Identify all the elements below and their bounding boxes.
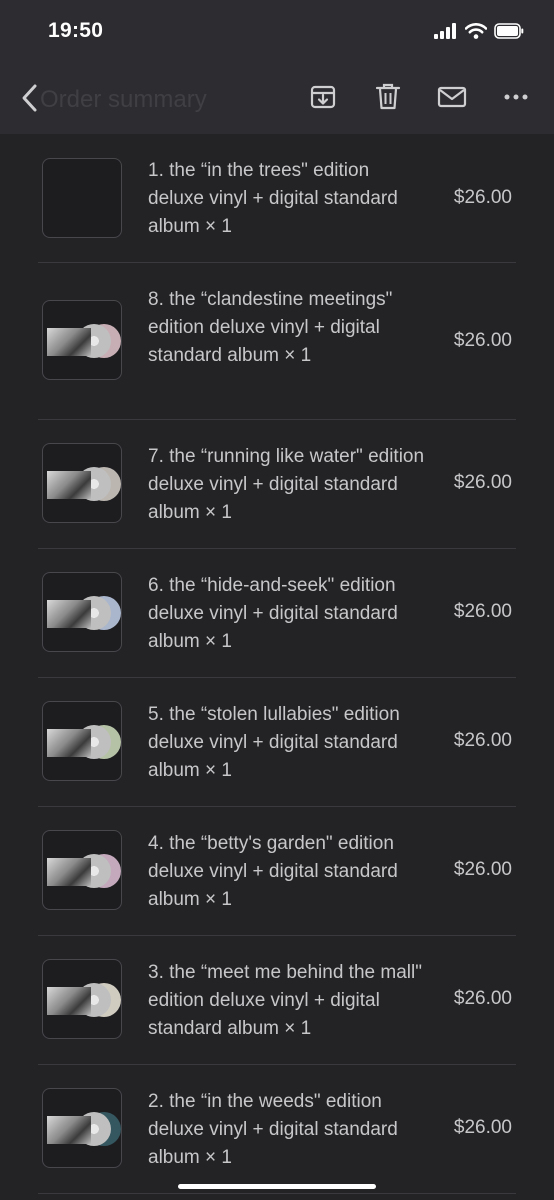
- order-item[interactable]: 7. the “running like water" edition delu…: [38, 420, 516, 549]
- item-title: 5. the “stolen lullabies" edition deluxe…: [148, 704, 400, 781]
- item-price: $26.00: [453, 988, 512, 1009]
- item-price: $26.00: [453, 472, 512, 493]
- mail-button[interactable]: [437, 82, 467, 112]
- delete-button[interactable]: [373, 82, 403, 112]
- item-title: 4. the “betty's garden" edition deluxe v…: [148, 833, 398, 910]
- item-price: $26.00: [453, 1117, 512, 1138]
- archive-icon: [310, 85, 336, 109]
- order-item[interactable]: 2. the “in the weeds" edition deluxe vin…: [38, 1065, 516, 1194]
- cellular-signal-icon: [434, 23, 456, 39]
- album-cover-photo: [47, 471, 91, 499]
- item-title: 2. the “in the weeds" edition deluxe vin…: [148, 1091, 398, 1168]
- item-title: 8. the “clandestine meetings" edition de…: [148, 289, 393, 366]
- item-thumbnail: [42, 701, 122, 781]
- trash-icon: [375, 83, 401, 110]
- album-cover-photo: [47, 328, 91, 356]
- item-thumbnail: [42, 572, 122, 652]
- archive-button[interactable]: [308, 82, 338, 112]
- wifi-icon: [465, 23, 487, 39]
- status-time: 19:50: [48, 19, 104, 42]
- order-item[interactable]: 8. the “clandestine meetings" edition de…: [38, 263, 516, 420]
- item-price: $26.00: [453, 330, 512, 351]
- order-item[interactable]: 6. the “hide-and-seek" edition deluxe vi…: [38, 549, 516, 678]
- status-icons: [434, 20, 524, 42]
- item-title: 7. the “running like water" edition delu…: [148, 446, 425, 523]
- album-cover-photo: [47, 1116, 91, 1144]
- item-title: 3. the “meet me behind the mall" edition…: [148, 962, 422, 1039]
- item-price: $26.00: [453, 187, 512, 208]
- item-title: 6. the “hide-and-seek" edition deluxe vi…: [148, 575, 398, 652]
- back-button[interactable]: [18, 83, 42, 113]
- item-price: $26.00: [453, 730, 512, 751]
- more-button[interactable]: [501, 82, 531, 112]
- item-thumbnail: [42, 443, 122, 523]
- album-cover-photo: [47, 729, 91, 757]
- order-items-list: 1. the “in the trees" edition deluxe vin…: [38, 134, 516, 1194]
- item-thumbnail: [42, 959, 122, 1039]
- album-cover-photo: [47, 987, 91, 1015]
- home-indicator[interactable]: [178, 1184, 376, 1189]
- mail-icon: [437, 86, 467, 108]
- item-thumbnail: [42, 1088, 122, 1168]
- order-item[interactable]: 4. the “betty's garden" edition deluxe v…: [38, 807, 516, 936]
- order-item[interactable]: 5. the “stolen lullabies" edition deluxe…: [38, 678, 516, 807]
- order-item[interactable]: 1. the “in the trees" edition deluxe vin…: [38, 134, 516, 263]
- item-price: $26.00: [453, 601, 512, 622]
- item-thumbnail: [42, 158, 122, 238]
- album-cover-photo: [47, 858, 91, 886]
- item-thumbnail: [42, 830, 122, 910]
- item-price: $26.00: [453, 859, 512, 880]
- album-cover-photo: [47, 600, 91, 628]
- order-item[interactable]: 3. the “meet me behind the mall" edition…: [38, 936, 516, 1065]
- page-title: Order summary: [40, 86, 207, 113]
- item-title: 1. the “in the trees" edition deluxe vin…: [148, 160, 398, 237]
- battery-icon: [494, 23, 524, 39]
- more-horizontal-icon: [504, 94, 528, 100]
- chevron-left-icon: [22, 84, 37, 112]
- item-thumbnail: [42, 300, 122, 380]
- app-header: 19:50 Order summary: [0, 0, 554, 134]
